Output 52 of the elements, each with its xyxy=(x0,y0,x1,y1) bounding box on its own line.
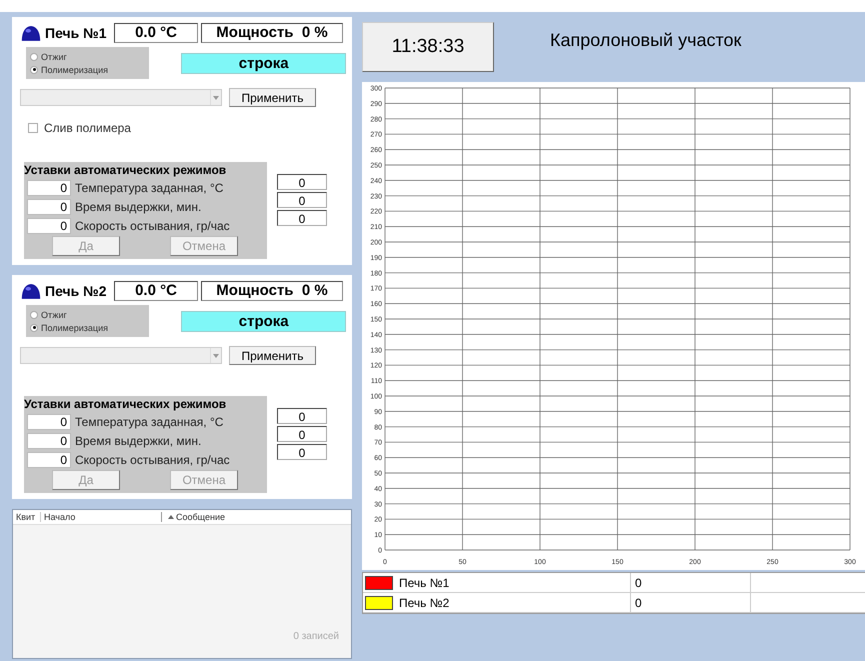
mode-radio[interactable]: Отжиг xyxy=(26,50,150,63)
status-display: строка xyxy=(181,52,346,74)
sort-icon xyxy=(168,515,174,519)
setpoint-input[interactable]: 0 xyxy=(27,218,71,234)
drain-checkbox[interactable]: Слив полимера xyxy=(28,121,346,135)
lamp-icon xyxy=(20,24,42,42)
temperature-display: 0.0 °C xyxy=(114,281,198,301)
settings-title: Уставки автоматических режимов xyxy=(24,163,228,177)
current-value: 0 xyxy=(277,426,327,442)
power-display: Мощность 0 % xyxy=(201,23,343,43)
furnace-name: Печь №2 xyxy=(45,283,108,299)
furnace-name: Печь №1 xyxy=(45,25,108,41)
clock-button[interactable]: 11:38:33 xyxy=(362,22,494,72)
lamp-icon xyxy=(20,282,42,300)
status-display: строка xyxy=(181,310,346,332)
apply-button[interactable]: Применить xyxy=(229,346,316,365)
series-name: Печь №2 xyxy=(399,596,450,610)
column-header[interactable]: Квит xyxy=(13,512,41,522)
current-value: 0 xyxy=(277,210,327,226)
setpoint-input[interactable]: 0 xyxy=(27,433,71,449)
setpoint-input[interactable]: 0 xyxy=(27,452,71,468)
current-value: 0 xyxy=(277,192,327,208)
dropdown-caret-icon xyxy=(210,90,221,105)
temperature-display: 0.0 °C xyxy=(114,23,198,43)
setpoint-label: Температура заданная, °C xyxy=(75,414,224,430)
setpoint-label: Время выдержки, мин. xyxy=(75,433,202,449)
program-dropdown[interactable] xyxy=(20,89,222,106)
settings-title: Уставки автоматических режимов xyxy=(24,397,228,411)
setpoint-input[interactable]: 0 xyxy=(27,180,71,196)
current-value: 0 xyxy=(277,408,327,424)
page-title: Капролоновый участок xyxy=(550,30,742,50)
program-dropdown[interactable] xyxy=(20,347,222,364)
record-count: 0 записей xyxy=(293,631,339,642)
current-value: 0 xyxy=(277,174,327,190)
column-header[interactable]: Сообщение xyxy=(176,512,225,522)
power-display: Мощность 0 % xyxy=(201,281,343,301)
current-value: 0 xyxy=(277,444,327,460)
setpoint-label: Скорость остывания, гр/час xyxy=(75,218,230,234)
mode-radio[interactable]: Отжиг xyxy=(26,308,150,321)
setpoint-label: Время выдержки, мин. xyxy=(75,199,202,215)
setpoint-label: Скорость остывания, гр/час xyxy=(75,452,230,468)
setpoint-label: Температура заданная, °C xyxy=(75,180,224,196)
mode-radio[interactable]: Полимеризация xyxy=(26,63,150,76)
dropdown-caret-icon xyxy=(210,348,221,363)
series-name: Печь №1 xyxy=(399,576,450,590)
apply-button[interactable]: Применить xyxy=(229,88,316,107)
setpoint-input[interactable]: 0 xyxy=(27,199,71,215)
column-header[interactable]: Начало xyxy=(41,512,162,522)
mode-radio[interactable]: Полимеризация xyxy=(26,321,150,334)
setpoint-input[interactable]: 0 xyxy=(27,414,71,430)
series-value: 0 xyxy=(631,593,751,612)
series-value: 0 xyxy=(631,573,751,592)
